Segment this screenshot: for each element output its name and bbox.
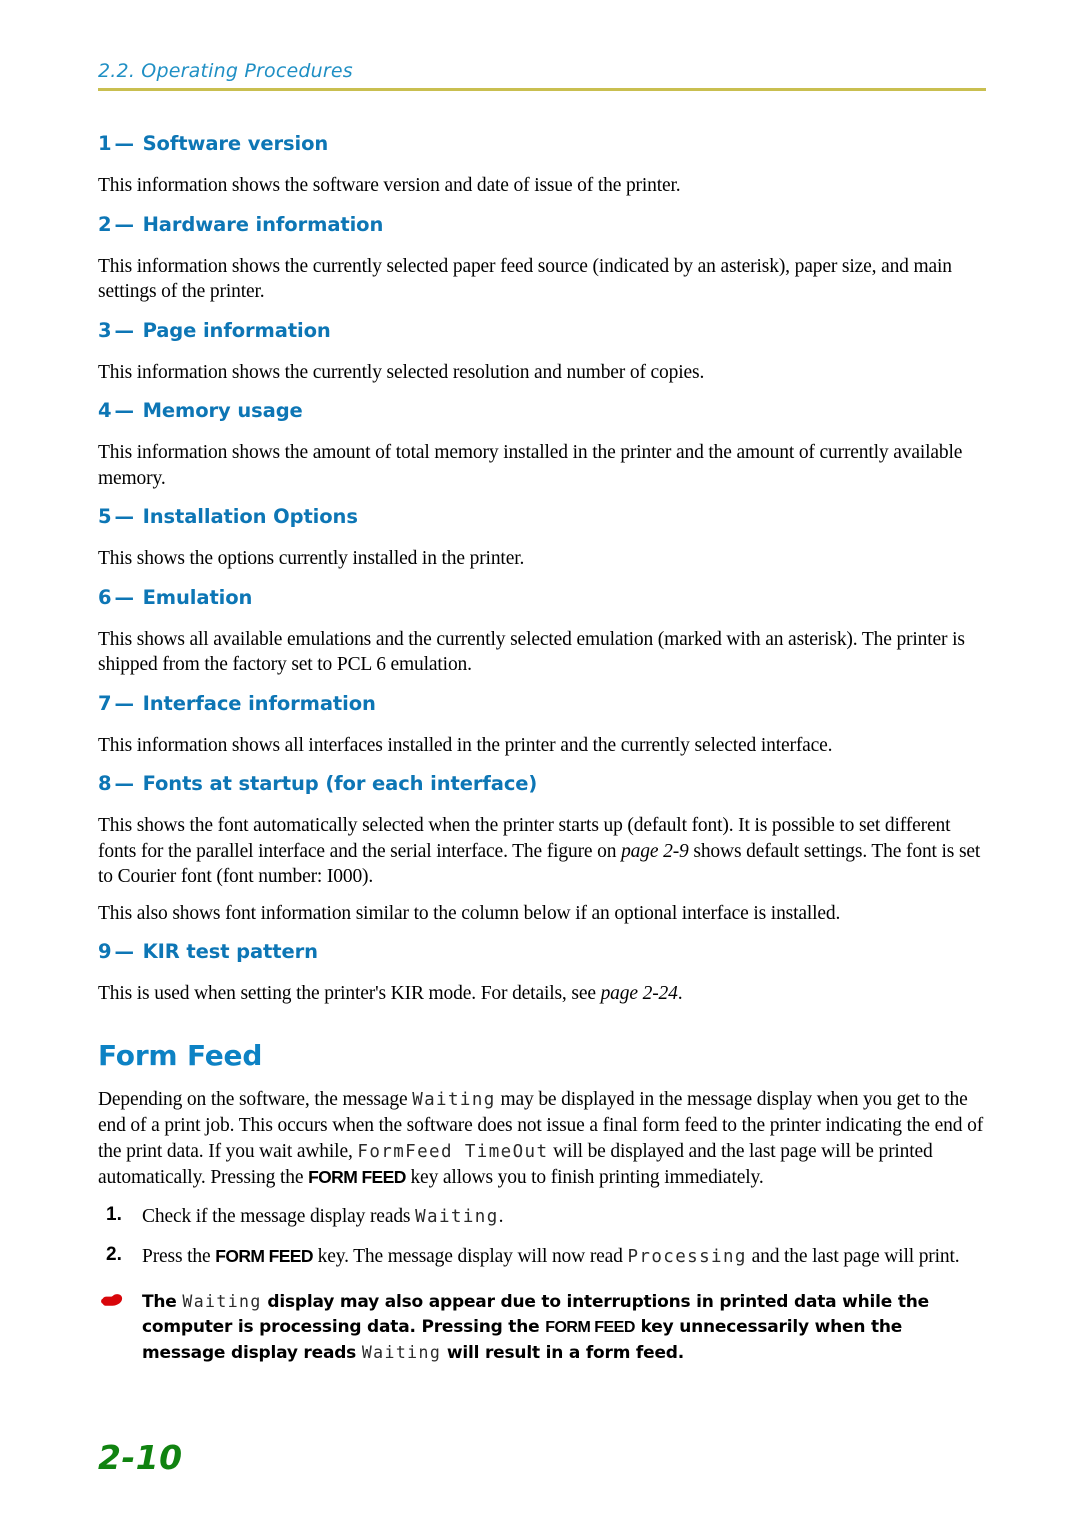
note-a: The xyxy=(142,1291,183,1312)
step2-a: Press the xyxy=(142,1246,216,1267)
section-heading-6: 6— Emulation xyxy=(98,586,986,610)
section-heading-7: 7— Interface information xyxy=(98,692,986,716)
form-feed-key-label-note: FORM FEED xyxy=(545,1318,635,1336)
section-body-1: This information shows the software vers… xyxy=(98,175,681,196)
header-rule-divider xyxy=(98,88,986,91)
note-callout: The Waiting display may also appear due … xyxy=(98,1289,986,1366)
section-heading-8: 8— Fonts at startup (for each interface) xyxy=(98,772,986,796)
lcd-message-waiting-step1: Waiting xyxy=(415,1206,499,1227)
section-title-5: Installation Options xyxy=(142,505,358,528)
section-body-3: This information shows the currently sel… xyxy=(98,361,705,383)
section-number-9: 9 xyxy=(98,940,112,963)
section-9-text-a: This is used when setting the printer's … xyxy=(98,983,601,1004)
section-dash-9: — xyxy=(114,940,134,963)
section-dash-6: — xyxy=(114,585,134,609)
section-heading-9: 9— KIR test pattern xyxy=(98,940,986,964)
section-title-1: Software version xyxy=(142,132,329,155)
section-dash-1: — xyxy=(114,132,134,155)
form-feed-heading: Form Feed xyxy=(98,1038,263,1072)
form-feed-key-label-step2: FORM FEED xyxy=(215,1246,313,1266)
note-d: will result in a form feed. xyxy=(441,1342,685,1363)
section-body-4: This information shows the amount of tot… xyxy=(98,442,963,489)
step1-b: . xyxy=(498,1205,504,1227)
section-title-3: Page information xyxy=(142,318,331,342)
section-dash-2: — xyxy=(114,212,134,236)
step1-a: Check if the message display reads xyxy=(142,1205,416,1227)
procedure-step-1-number: 1. xyxy=(106,1203,122,1225)
lcd-message-waiting-note2: Waiting xyxy=(361,1342,442,1362)
procedure-step-2: 2. Press the FORM FEED key. The message … xyxy=(98,1244,986,1271)
section-dash-5: — xyxy=(114,505,134,528)
running-header: 2.2. Operating Procedures xyxy=(98,58,986,91)
ff-intro-a: Depending on the software, the message xyxy=(98,1088,413,1110)
procedure-step-2-text: Press the FORM FEED key. The message dis… xyxy=(142,1244,986,1271)
lcd-message-processing: Processing xyxy=(627,1247,747,1267)
section-dash-7: — xyxy=(114,691,134,715)
section-heading-1: 1— Software version xyxy=(98,132,986,156)
page-content: 1— Software version This information sho… xyxy=(98,132,986,1366)
page-reference-2-24: page 2-24 xyxy=(600,983,678,1004)
ff-intro-d: key allows you to finish printing immedi… xyxy=(405,1167,764,1188)
section-dash-8: — xyxy=(114,772,134,795)
section-title-4: Memory usage xyxy=(142,399,303,422)
section-body-9: This is used when setting the printer's … xyxy=(98,981,986,1007)
section-number-4: 4 xyxy=(98,399,112,422)
running-header-title: 2.2. Operating Procedures xyxy=(98,60,353,82)
section-heading-3: 3— Page information xyxy=(98,319,986,343)
document-page: 2.2. Operating Procedures 1— Software ve… xyxy=(0,0,1080,1528)
procedure-step-1: 1. Check if the message display reads Wa… xyxy=(98,1204,986,1231)
step2-c: and the last page will print. xyxy=(746,1246,960,1267)
section-9-text-b: . xyxy=(677,983,683,1004)
section-body-7: This information shows all interfaces in… xyxy=(98,734,833,756)
section-heading-2: 2— Hardware information xyxy=(98,213,986,237)
procedure-step-1-text: Check if the message display reads Waiti… xyxy=(142,1204,986,1231)
section-title-8: Fonts at startup (for each interface) xyxy=(142,772,538,795)
form-feed-intro-paragraph: Depending on the software, the message W… xyxy=(98,1087,986,1191)
section-title-9: KIR test pattern xyxy=(142,940,318,963)
section-number-5: 5 xyxy=(98,505,112,528)
lcd-message-formfeed-timeout: FormFeed TimeOut xyxy=(357,1141,549,1162)
pointing-hand-icon xyxy=(100,1291,126,1313)
section-title-2: Hardware information xyxy=(142,212,384,236)
section-body-6: This shows all available emulations and … xyxy=(98,628,965,676)
section-dash-3: — xyxy=(114,318,134,342)
lcd-message-waiting: Waiting xyxy=(412,1089,496,1110)
section-number-8: 8 xyxy=(98,772,112,795)
section-dash-4: — xyxy=(114,399,134,422)
procedure-step-2-number: 2. xyxy=(106,1244,122,1265)
section-body-5: This shows the options currently install… xyxy=(98,548,525,569)
page-reference-2-9: page 2-9 xyxy=(621,840,689,862)
step2-b: key. The message display will now read xyxy=(312,1246,628,1267)
section-number-1: 1 xyxy=(98,132,112,155)
form-feed-key-label: FORM FEED xyxy=(308,1167,406,1187)
section-number-2: 2 xyxy=(98,212,112,236)
section-body-8-p1: This shows the font automatically select… xyxy=(98,813,986,890)
section-body-8-p2: This also shows font information similar… xyxy=(98,902,841,924)
section-heading-5: 5— Installation Options xyxy=(98,505,986,529)
section-number-3: 3 xyxy=(98,318,112,342)
section-heading-4: 4— Memory usage xyxy=(98,399,986,423)
section-body-2: This information shows the currently sel… xyxy=(98,255,952,303)
section-number-6: 6 xyxy=(98,585,112,609)
note-text: The Waiting display may also appear due … xyxy=(142,1289,986,1366)
section-title-6: Emulation xyxy=(142,585,253,609)
page-number-folio: 2-10 xyxy=(98,1438,183,1477)
section-number-7: 7 xyxy=(98,691,112,715)
lcd-message-waiting-note1: Waiting xyxy=(182,1291,262,1311)
section-title-7: Interface information xyxy=(142,691,376,715)
